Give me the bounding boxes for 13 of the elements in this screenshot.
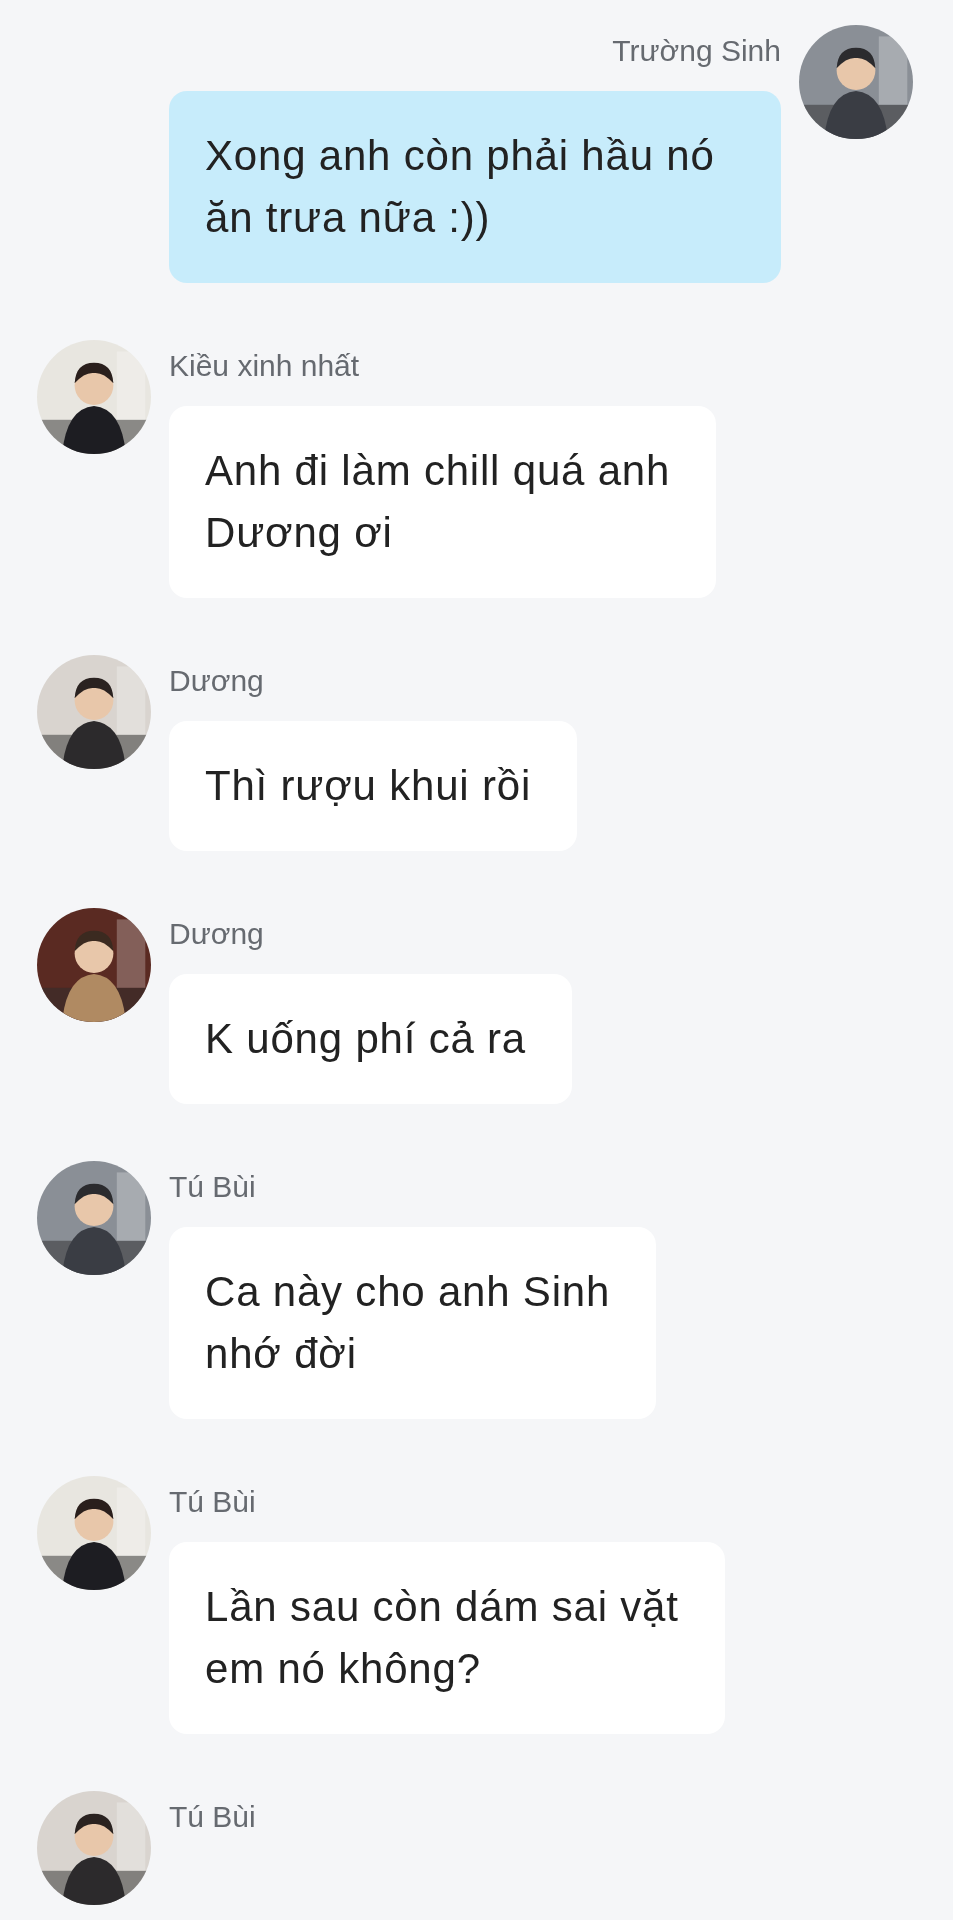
sender-name: Dương	[169, 663, 264, 699]
sender-name: Tú Bùi	[169, 1169, 256, 1205]
message-bubble: Anh đi làm chill quá anh Dương ơi	[169, 406, 717, 598]
message-bubble: Ca này cho anh Sinh nhớ đời	[169, 1227, 657, 1419]
sender-name: Tú Bùi	[169, 1484, 256, 1520]
sender-name: Kiều xinh nhất	[169, 348, 360, 384]
message-bubble: Thì rượu khui rồi	[169, 721, 578, 851]
message-bubble: Lần sau còn dám sai vặt em nó không?	[169, 1542, 725, 1734]
sender-name: Trường Sinh	[612, 33, 781, 69]
sender-name: Dương	[169, 916, 264, 952]
sender-name: Tú Bùi	[169, 1799, 256, 1835]
message-bubble: Xong anh còn phải hầu nó ăn trưa nữa :))	[169, 91, 781, 283]
message-bubble: K uống phí cả ra	[169, 974, 572, 1104]
